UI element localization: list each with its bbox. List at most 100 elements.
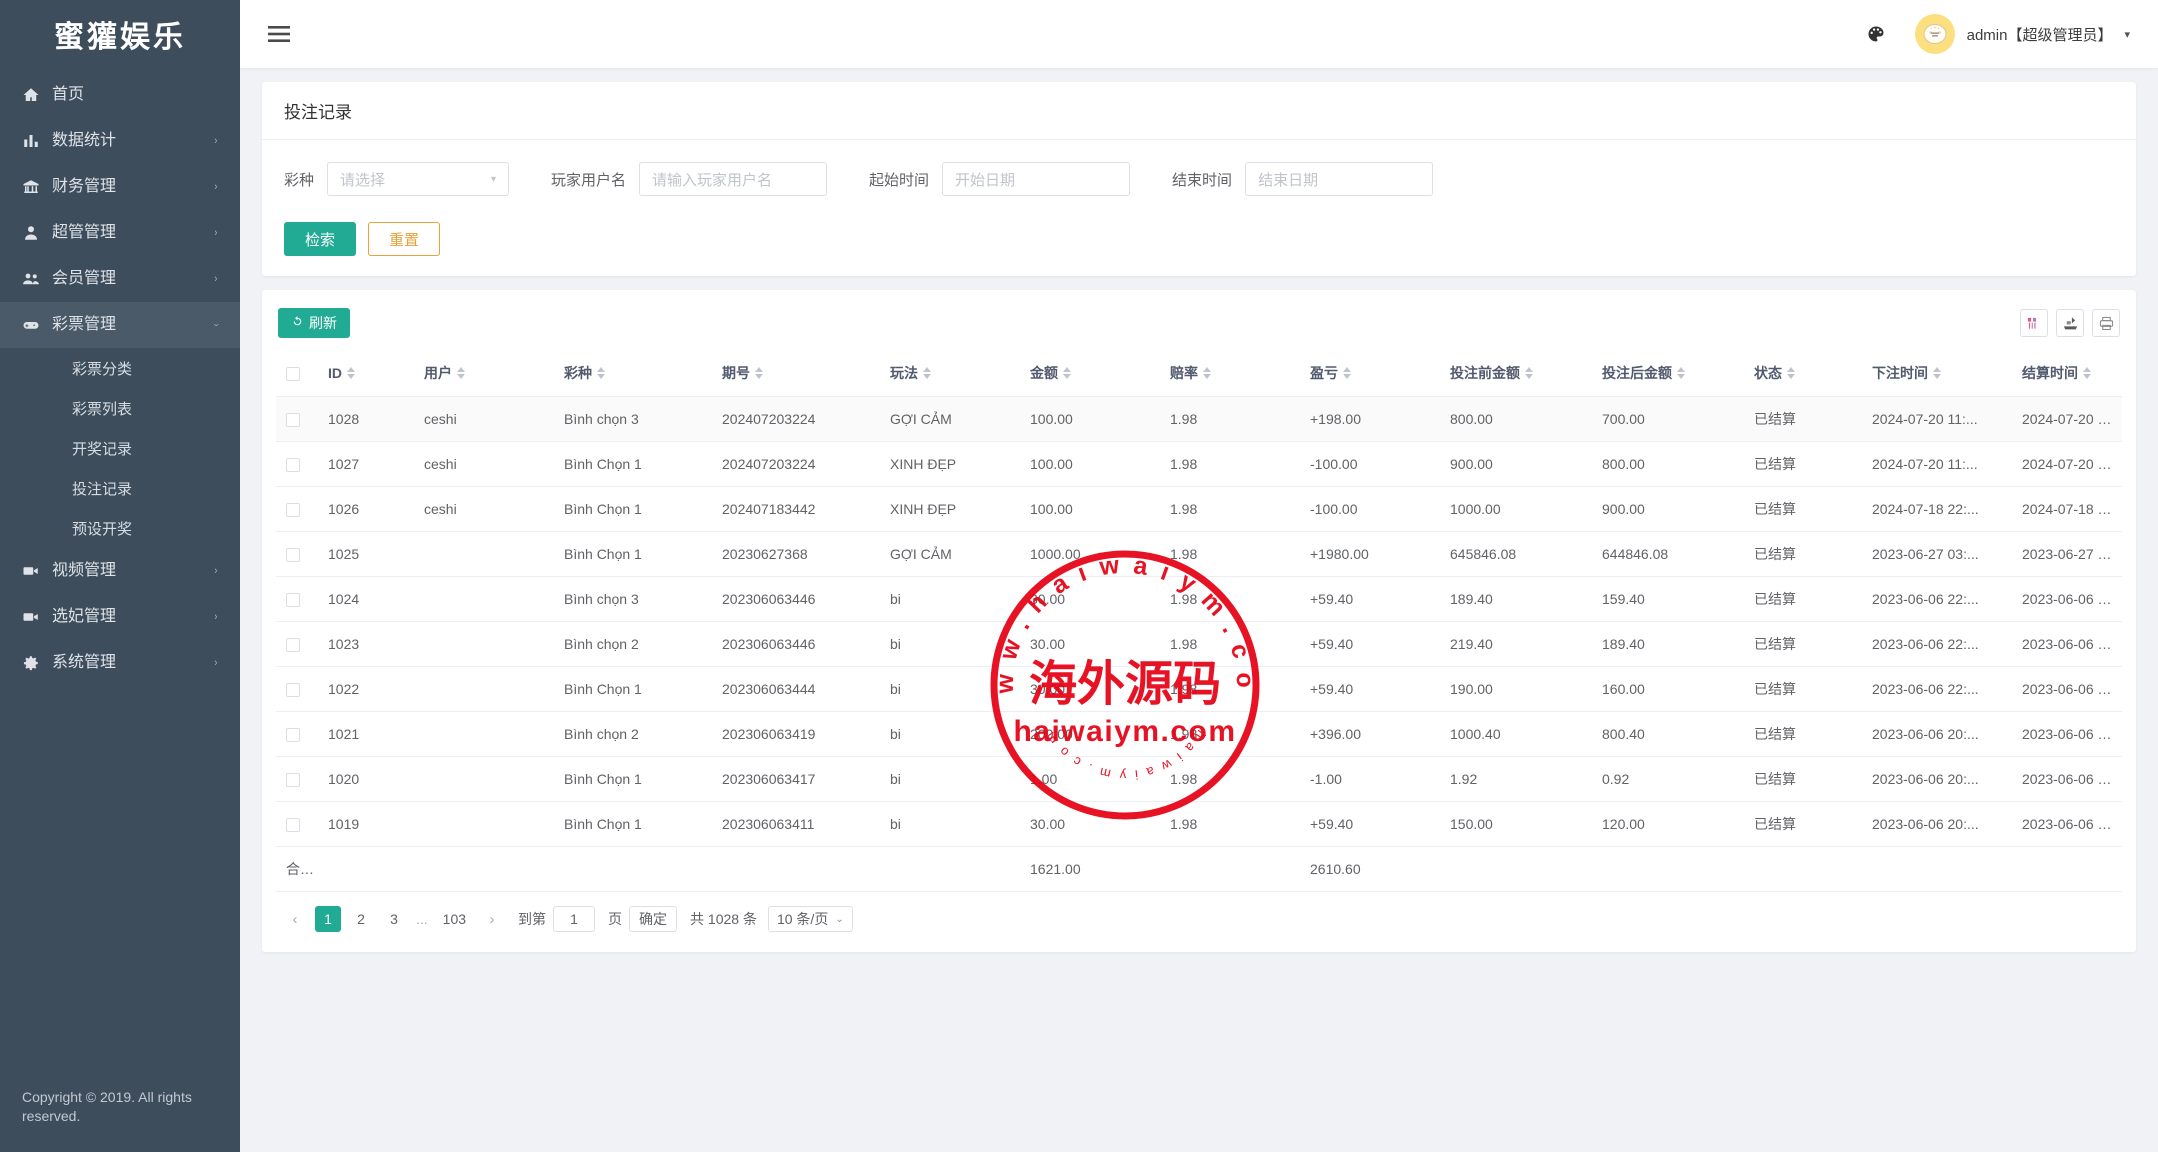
columns-icon[interactable] — [2020, 309, 2048, 337]
sidebar-item-home[interactable]: 首页 — [0, 72, 240, 118]
sort-icon[interactable] — [1343, 367, 1351, 379]
table-row[interactable]: 1024 Bình chọn 3 202306063446 bi 30.00 1.98 +5… — [276, 576, 2122, 622]
sidebar-item-concubine[interactable]: 选妃管理 › — [0, 594, 240, 640]
sort-icon[interactable] — [457, 367, 465, 379]
export-icon[interactable] — [2056, 309, 2084, 337]
palette-icon[interactable] — [1861, 19, 1891, 49]
sidebar-item-lottery[interactable]: 彩票管理 › — [0, 302, 240, 348]
sort-icon[interactable] — [1787, 367, 1795, 379]
start-date-input[interactable]: 开始日期 — [942, 162, 1131, 196]
row-checkbox[interactable] — [286, 818, 300, 833]
row-checkbox[interactable] — [286, 503, 300, 518]
column-header-amount[interactable]: 金额 — [1020, 350, 1160, 397]
sidebar-item-preset-draw[interactable]: 预设开奖 — [0, 508, 240, 548]
table-row[interactable]: 1026 ceshi Bình Chọn 1 202407183442 XINH ĐẸP… — [276, 486, 2122, 532]
chevron-left-icon[interactable]: ‹ — [282, 906, 308, 932]
sidebar-item-members[interactable]: 会员管理 › — [0, 256, 240, 302]
sidebar-item-video[interactable]: 视频管理 › — [0, 548, 240, 594]
table-row[interactable]: 1027 ceshi Bình Chọn 1 202407203224 XINH ĐẸP… — [276, 441, 2122, 487]
column-header-id[interactable]: ID — [318, 350, 414, 397]
sidebar-item-bet-records[interactable]: 投注记录 — [0, 468, 240, 508]
row-checkbox-cell[interactable] — [276, 441, 318, 487]
sidebar-item-draw-records[interactable]: 开奖记录 — [0, 428, 240, 468]
page-3-button[interactable]: 3 — [381, 906, 407, 932]
page-size-select[interactable]: 10 条/页 ⌄ — [767, 906, 853, 932]
row-checkbox-cell[interactable] — [276, 801, 318, 847]
cell-settle_time: 2024-07-20 11:12:02 — [2012, 396, 2122, 442]
row-checkbox[interactable] — [286, 413, 300, 428]
table-row[interactable]: 1021 Bình chọn 2 202306063419 bi 200.00 1.98 +… — [276, 711, 2122, 757]
sidebar-item-lottery-list[interactable]: 彩票列表 — [0, 388, 240, 428]
column-header-settle_time[interactable]: 结算时间 — [2012, 350, 2122, 397]
sidebar-item-label: 会员管理 — [52, 270, 117, 287]
column-header-after[interactable]: 投注后金额 — [1592, 350, 1744, 397]
row-checkbox-cell[interactable] — [276, 666, 318, 712]
player-username-input[interactable]: 请输入玩家用户名 — [639, 162, 828, 196]
table-row[interactable]: 1025 Bình Chọn 1 20230627368 GỢI CẢM 1000.00… — [276, 531, 2122, 577]
page-1-button[interactable]: 1 — [315, 906, 341, 932]
table-row[interactable]: 1023 Bình chọn 2 202306063446 bi 30.00 1.98 +5… — [276, 621, 2122, 667]
column-header-before[interactable]: 投注前金额 — [1440, 350, 1592, 397]
page-title: 投注记录 — [262, 82, 2136, 140]
row-checkbox-cell[interactable] — [276, 576, 318, 622]
row-checkbox-cell[interactable] — [276, 531, 318, 577]
sidebar-item-statistics[interactable]: 数据统计 › — [0, 118, 240, 164]
column-header-bet_time[interactable]: 下注时间 — [1862, 350, 2012, 397]
page-last-button[interactable]: 103 — [437, 906, 472, 932]
goto-confirm-button[interactable]: 确定 — [629, 906, 678, 932]
sort-icon[interactable] — [1203, 367, 1211, 379]
column-header-odds[interactable]: 赔率 — [1160, 350, 1300, 397]
row-checkbox-cell[interactable] — [276, 396, 318, 442]
table-row[interactable]: 1019 Bình Chọn 1 202306063411 bi 30.00 1.98 +5… — [276, 801, 2122, 847]
row-checkbox[interactable] — [286, 728, 300, 743]
sort-icon[interactable] — [347, 367, 355, 379]
search-button[interactable]: 检索 — [284, 222, 357, 256]
sort-icon[interactable] — [923, 367, 931, 379]
row-checkbox[interactable] — [286, 773, 300, 788]
row-checkbox-cell[interactable] — [276, 486, 318, 532]
goto-page-input[interactable]: 1 — [553, 906, 596, 932]
end-date-input[interactable]: 结束日期 — [1245, 162, 1434, 196]
brand-logo[interactable]: 蜜獾娱乐 — [0, 0, 240, 68]
cell-profit: -1.00 — [1300, 756, 1440, 802]
sidebar-item-system[interactable]: 系统管理 › — [0, 640, 240, 686]
sort-icon[interactable] — [597, 367, 605, 379]
hamburger-icon[interactable] — [262, 17, 296, 51]
row-checkbox[interactable] — [286, 638, 300, 653]
sidebar-item-lottery-category[interactable]: 彩票分类 — [0, 348, 240, 388]
select-all-checkbox[interactable] — [286, 367, 300, 382]
row-checkbox[interactable] — [286, 458, 300, 473]
column-header-issue[interactable]: 期号 — [712, 350, 880, 397]
user-menu[interactable]: admin【超级管理员】 ▾ — [1914, 14, 2130, 54]
row-checkbox[interactable] — [286, 548, 300, 563]
row-checkbox[interactable] — [286, 593, 300, 608]
table-row[interactable]: 1028 ceshi Bình chọn 3 202407203224 GỢI CẢM 1… — [276, 396, 2122, 442]
chevron-right-icon: › — [214, 273, 218, 285]
refresh-button[interactable]: 刷新 — [278, 308, 350, 338]
sidebar-item-finance[interactable]: 财务管理 › — [0, 164, 240, 210]
column-header-user[interactable]: 用户 — [414, 350, 554, 397]
sidebar-item-admin[interactable]: 超管管理 › — [0, 210, 240, 256]
column-header-profit[interactable]: 盈亏 — [1300, 350, 1440, 397]
table-row[interactable]: 1020 Bình Chọn 1 202306063417 bi 1.00 1.98 -1.… — [276, 756, 2122, 802]
sort-icon[interactable] — [2083, 367, 2091, 379]
chevron-right-icon[interactable]: › — [479, 906, 505, 932]
sort-icon[interactable] — [1525, 367, 1533, 379]
print-icon[interactable] — [2092, 309, 2120, 337]
sort-icon[interactable] — [1677, 367, 1685, 379]
row-checkbox-cell[interactable] — [276, 756, 318, 802]
row-checkbox-cell[interactable] — [276, 711, 318, 757]
lottery-type-select[interactable]: 请选择 ▾ — [327, 162, 510, 196]
sort-icon[interactable] — [755, 367, 763, 379]
reset-button[interactable]: 重置 — [368, 222, 441, 256]
cell-lottery: Bình Chọn 1 — [554, 666, 712, 712]
row-checkbox-cell[interactable] — [276, 621, 318, 667]
sort-icon[interactable] — [1933, 367, 1941, 379]
column-header-status[interactable]: 状态 — [1744, 350, 1862, 397]
sort-icon[interactable] — [1063, 367, 1071, 379]
row-checkbox[interactable] — [286, 683, 300, 698]
table-row[interactable]: 1022 Bình Chọn 1 202306063444 bi 30.00 1.98 +5… — [276, 666, 2122, 712]
column-header-play[interactable]: 玩法 — [880, 350, 1020, 397]
page-2-button[interactable]: 2 — [348, 906, 374, 932]
column-header-lottery[interactable]: 彩种 — [554, 350, 712, 397]
